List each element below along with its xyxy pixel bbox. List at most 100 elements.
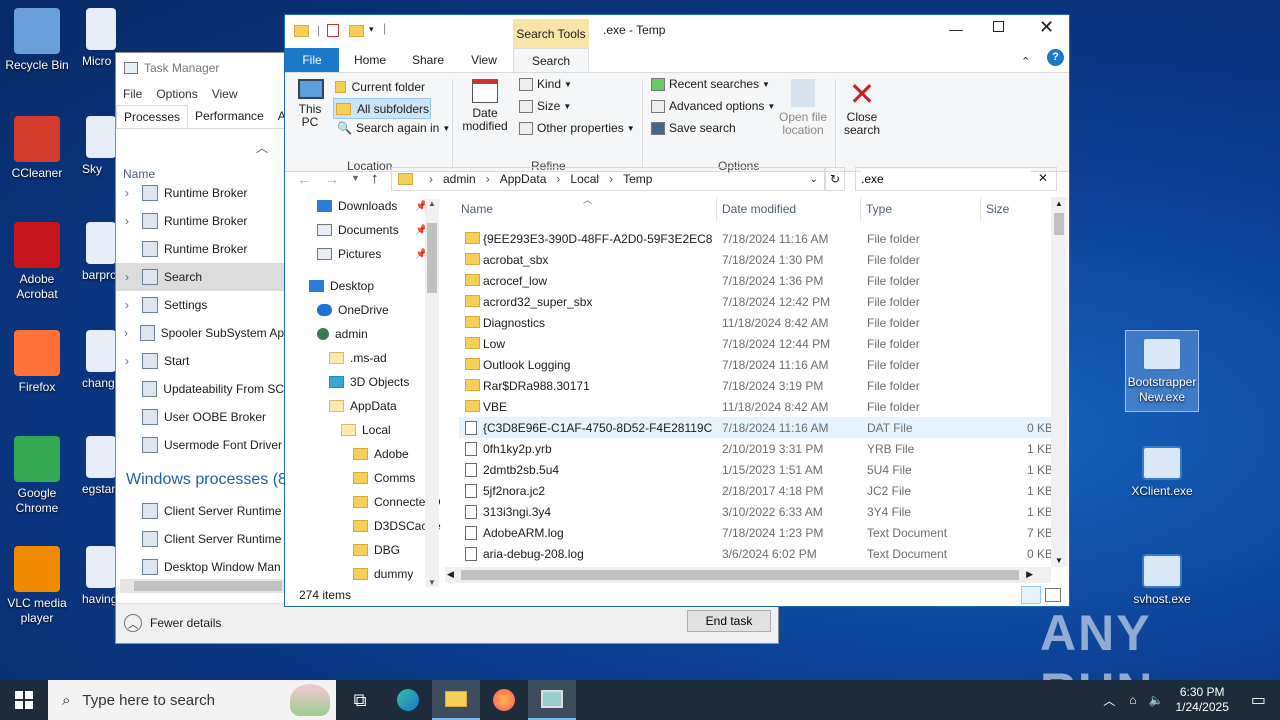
recent-searches-button[interactable]: Recent searches ▼: [651, 77, 770, 91]
collapse-chevron-icon[interactable]: ︿: [256, 139, 268, 156]
task-manager-taskbar-icon[interactable]: [528, 680, 576, 720]
menu-file[interactable]: File: [123, 87, 142, 101]
column-header-date[interactable]: Date modified: [722, 202, 796, 216]
properties-icon[interactable]: [327, 24, 339, 37]
nav-item[interactable]: Downloads 📌: [317, 199, 427, 213]
horizontal-scrollbar[interactable]: [120, 579, 284, 593]
desktop-icon[interactable]: Firefox: [0, 330, 74, 395]
clock[interactable]: 6:30 PM 1/24/2025: [1175, 685, 1228, 715]
file-row[interactable]: 2dmtb2sb.5u4 1/15/2023 1:51 AM 5U4 File 1 K…: [459, 459, 1053, 480]
process-row[interactable]: Desktop Window Man: [116, 553, 284, 581]
file-row[interactable]: AdobeARM.log 7/18/2024 1:23 PM Text Docume…: [459, 522, 1053, 543]
help-icon[interactable]: ?: [1047, 49, 1064, 66]
breadcrumb-local[interactable]: Local: [570, 172, 599, 186]
file-list-vertical-scrollbar[interactable]: ▲ ▼: [1051, 197, 1067, 567]
process-row[interactable]: › Spooler SubSystem Ap: [116, 319, 284, 347]
file-row[interactable]: 5jf2nora.jc2 2/18/2017 4:18 PM JC2 File 1 K…: [459, 480, 1053, 501]
process-row[interactable]: › Runtime Broker: [116, 179, 284, 207]
file-row[interactable]: 0fh1ky2p.yrb 2/10/2019 3:31 PM YRB File 1 K…: [459, 438, 1053, 459]
breadcrumb-temp[interactable]: Temp: [623, 172, 652, 186]
address-bar[interactable]: › admin › AppData › Local › Temp ⌄: [391, 167, 825, 191]
nav-item[interactable]: dummy: [353, 567, 413, 581]
chevron-up-icon[interactable]: ︿: [1103, 692, 1115, 709]
expand-chevron-icon[interactable]: ›: [116, 354, 138, 368]
refresh-button[interactable]: ↻: [825, 167, 845, 191]
end-task-button[interactable]: End task: [687, 610, 771, 632]
process-row[interactable]: Runtime Broker: [116, 235, 284, 263]
process-row[interactable]: › Runtime Broker: [116, 207, 284, 235]
column-header-size[interactable]: Size: [986, 202, 1009, 216]
desktop-icon[interactable]: Google Chrome: [0, 436, 74, 516]
nav-item[interactable]: Desktop: [309, 279, 374, 293]
close-button[interactable]: ✕: [1039, 17, 1054, 38]
edge-icon[interactable]: [384, 680, 432, 720]
nav-item[interactable]: AppData: [329, 399, 397, 413]
nav-item[interactable]: OneDrive: [317, 303, 389, 317]
kind-button[interactable]: Kind ▼: [519, 77, 572, 91]
file-row[interactable]: Outlook Logging 7/18/2024 11:16 AM File fo…: [459, 354, 1051, 375]
large-icons-view-icon[interactable]: [1045, 588, 1061, 602]
other-properties-button[interactable]: Other properties ▼: [519, 121, 635, 135]
network-icon[interactable]: ⌂: [1129, 693, 1136, 707]
desktop-icon-exe[interactable]: XClient.exe: [1125, 440, 1199, 510]
tab-performance[interactable]: Performance: [188, 105, 271, 128]
nav-item[interactable]: Local: [341, 423, 391, 437]
nav-item[interactable]: .ms-ad: [329, 351, 387, 365]
minimize-button[interactable]: —: [949, 21, 963, 37]
menu-options[interactable]: Options: [156, 87, 197, 101]
size-button[interactable]: Size ▼: [519, 99, 571, 113]
expand-chevron-icon[interactable]: ›: [116, 186, 138, 200]
firefox-taskbar-icon[interactable]: [480, 680, 528, 720]
current-folder-button[interactable]: Current folder: [335, 77, 425, 97]
file-row[interactable]: Rar$DRa988.30171 7/18/2024 3:19 PM File fo…: [459, 375, 1051, 396]
ribbon-tab-file[interactable]: File: [285, 48, 339, 72]
desktop-icon[interactable]: VLC media player: [0, 546, 74, 626]
process-row[interactable]: › Settings: [116, 291, 284, 319]
back-button[interactable]: ←: [297, 171, 311, 187]
advanced-options-button[interactable]: Advanced options ▼: [651, 99, 775, 113]
ribbon-tab-share[interactable]: Share: [403, 48, 453, 72]
tab-processes[interactable]: Processes: [116, 105, 189, 128]
recent-locations-icon[interactable]: ▼: [351, 173, 360, 183]
column-header-type[interactable]: Type: [866, 202, 892, 216]
desktop-icon[interactable]: CCleaner: [0, 116, 74, 181]
open-file-location-button[interactable]: Open file location: [775, 79, 831, 137]
nav-item[interactable]: Comms: [353, 471, 415, 485]
menu-view[interactable]: View: [212, 87, 238, 101]
desktop-icon[interactable]: Adobe Acrobat: [0, 222, 74, 302]
close-search-button[interactable]: ✕ Close search: [839, 77, 885, 137]
file-row[interactable]: 313i3ngi.3y4 3/10/2022 6:33 AM 3Y4 File 1 K…: [459, 501, 1053, 522]
task-view-icon[interactable]: ⧉: [336, 680, 384, 720]
nav-item[interactable]: 3D Objects: [329, 375, 409, 389]
process-row[interactable]: Updateability From SC: [116, 375, 284, 403]
process-row[interactable]: Usermode Font Driver: [116, 431, 284, 459]
explorer-titlebar[interactable]: | ▾ | Search Tools .exe - Temp — ✕: [285, 15, 1069, 48]
maximize-button[interactable]: [993, 21, 1004, 32]
start-button[interactable]: [0, 680, 48, 720]
file-row[interactable]: Diagnostics 11/18/2024 8:42 AM File folder: [459, 312, 1051, 333]
expand-chevron-icon[interactable]: ›: [116, 298, 138, 312]
file-row[interactable]: Low 7/18/2024 12:44 PM File folder: [459, 333, 1051, 354]
clear-search-icon[interactable]: ✕: [1038, 171, 1048, 185]
nav-item[interactable]: Pictures 📌: [317, 247, 427, 261]
file-row[interactable]: {C3D8E96E-C1AF-4750-8D52-F4E28119C1... 7/…: [459, 417, 1053, 438]
process-row[interactable]: › Search: [116, 263, 284, 291]
search-box[interactable]: ✕: [855, 167, 1057, 191]
date-modified-button[interactable]: Date modified: [457, 79, 513, 133]
desktop-icon[interactable]: Recycle Bin: [0, 8, 74, 73]
ribbon-tab-view[interactable]: View: [459, 48, 509, 72]
qat-dropdown-icon[interactable]: ▾: [369, 24, 374, 35]
nav-item[interactable]: DBG: [353, 543, 400, 557]
search-input[interactable]: [861, 169, 1031, 189]
file-row[interactable]: {9EE293E3-390D-48FF-A2D0-59F3E2EC88... 7/…: [459, 228, 1051, 249]
taskbar-search-box[interactable]: ⌕ Type here to search: [48, 680, 336, 720]
file-row[interactable]: acrord32_super_sbx 7/18/2024 12:42 PM File…: [459, 291, 1051, 312]
ribbon-tab-search[interactable]: Search: [513, 48, 589, 72]
address-dropdown-icon[interactable]: ⌄: [810, 174, 818, 185]
nav-scrollbar[interactable]: ▲ ▼: [425, 199, 439, 587]
process-row[interactable]: User OOBE Broker: [116, 403, 284, 431]
breadcrumb-appdata[interactable]: AppData: [500, 172, 547, 186]
volume-icon[interactable]: 🔈: [1149, 693, 1164, 707]
desktop-icon-exe[interactable]: Bootstrapper New.exe: [1125, 330, 1199, 412]
forward-button[interactable]: →: [325, 171, 339, 187]
